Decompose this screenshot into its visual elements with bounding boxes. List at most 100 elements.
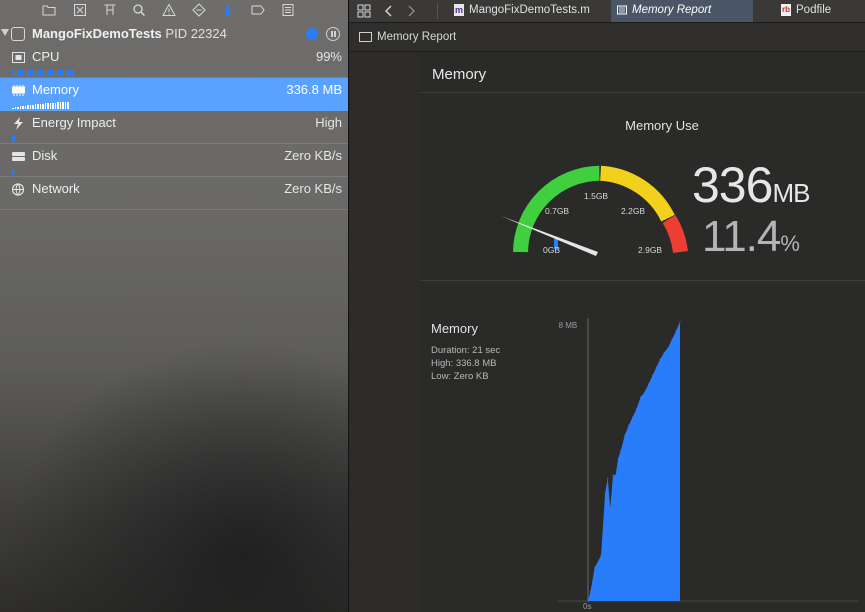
gauge-value: 336.8 MB: [286, 82, 342, 97]
memory-gauge: 0GB 0.7GB 1.5GB 2.2GB 2.9GB: [501, 165, 688, 256]
gauge-tick-label: 2.9GB: [638, 245, 662, 255]
graph-low: Low: Zero KB: [431, 371, 489, 382]
memory-data-point: [632, 416, 634, 418]
memory-data-point: [659, 358, 661, 360]
memory-data-point: [615, 474, 617, 476]
gauge-label: Disk: [32, 148, 58, 163]
gauge-value: Zero KB/s: [284, 181, 342, 196]
tab-bar: m MangoFixDemoTests.m Memory Report rb P…: [349, 0, 865, 23]
search-icon[interactable]: [132, 3, 146, 17]
gauge-row-memory[interactable]: Memory 336.8 MB: [0, 78, 348, 111]
process-row[interactable]: MangoFixDemoTests PID 22324: [0, 24, 348, 44]
disk-icon: [11, 150, 26, 163]
source-control-icon[interactable]: [73, 3, 87, 17]
tab-label: MangoFixDemoTests.m: [469, 4, 590, 16]
memory-icon: [11, 84, 26, 97]
memory-data-point: [600, 554, 602, 556]
gauge-arc-red: [662, 215, 688, 254]
memory-area-chart: 336.8 MB 0s: [558, 318, 858, 610]
tab-label: Memory Report: [632, 4, 712, 16]
editor-area: m MangoFixDemoTests.m Memory Report rb P…: [349, 0, 865, 612]
memory-percent-unit: %: [780, 231, 800, 256]
memory-data-point: [671, 338, 673, 340]
memory-data-point: [643, 391, 646, 393]
memory-data-point: [612, 474, 614, 476]
disk-sparkline: [12, 168, 15, 175]
content-gutter: [349, 52, 420, 612]
memory-data-point: [675, 330, 677, 332]
gauge-label: CPU: [32, 49, 60, 64]
gauge-value: 99%: [315, 49, 342, 64]
debug-spray-icon[interactable]: [221, 3, 235, 17]
objc-file-icon: m: [454, 4, 464, 16]
area-layer: [587, 321, 681, 602]
memory-area-series: [588, 322, 680, 601]
debug-navigator: MangoFixDemoTests PID 22324 CPU 99% Memo…: [0, 0, 348, 612]
cpu-icon: [11, 51, 26, 64]
process-name: MangoFixDemoTests PID 22324: [32, 26, 227, 41]
memory-report-icon: [359, 32, 372, 42]
network-icon: [11, 183, 26, 196]
breakpoint-icon[interactable]: [251, 3, 265, 17]
memory-report-icon: [617, 4, 627, 16]
memory-data-point: [655, 366, 657, 368]
ruby-file-icon: rb: [781, 4, 791, 16]
report-icon[interactable]: [281, 3, 295, 17]
process-pid: PID 22324: [165, 26, 227, 41]
memory-data-point: [636, 408, 638, 410]
gauge-value: High: [315, 115, 342, 130]
forward-chevron-icon[interactable]: [404, 4, 418, 18]
x-axis-start-label: 0s: [583, 602, 591, 610]
section-title: Memory: [432, 66, 487, 83]
memory-percent-readout: 11.4%: [702, 212, 800, 262]
gauge-tick-label: 1.5GB: [584, 191, 608, 201]
gauge-row-cpu[interactable]: CPU 99%: [0, 45, 348, 78]
tab-separator: [437, 3, 438, 19]
symbol-hierarchy-icon[interactable]: [103, 3, 117, 17]
gauge-tick-label: 0.7GB: [545, 206, 569, 216]
energy-sparkline: [12, 135, 16, 142]
divider: [420, 280, 865, 281]
memory-data-point: [651, 375, 653, 377]
pause-icon[interactable]: [326, 27, 340, 41]
gauge-label: Memory: [32, 82, 79, 97]
tab-podfile[interactable]: rb Podfile: [781, 0, 861, 22]
memory-used-readout: 336MB: [692, 156, 810, 214]
memory-percent-value: 11.4: [702, 212, 781, 261]
jump-bar-label[interactable]: Memory Report: [377, 31, 456, 43]
y-axis-max-label: 336.8 MB: [558, 321, 577, 330]
jump-bar[interactable]: Memory Report: [349, 23, 865, 52]
memory-data-point: [667, 346, 669, 349]
memory-report-content: Memory Memory Use 0GB 0.7GB 1.5GB 2.2GB …: [420, 52, 865, 612]
memory-used-value: 336: [692, 157, 773, 213]
divider: [420, 92, 865, 93]
process-icon: [11, 27, 25, 41]
memory-data-point: [628, 424, 630, 426]
graph-high: High: 336.8 MB: [431, 358, 497, 369]
gauge-tick-label: 0GB: [543, 245, 560, 255]
gauge-row-energy[interactable]: Energy Impact High: [0, 111, 348, 144]
back-chevron-icon[interactable]: [382, 4, 396, 18]
memory-data-point: [617, 457, 619, 460]
energy-icon: [11, 117, 26, 130]
gauge-row-network[interactable]: Network Zero KB/s: [0, 177, 348, 210]
gauge-label: Network: [32, 181, 80, 196]
tab-memory-report[interactable]: Memory Report: [611, 0, 753, 22]
issue-warning-icon[interactable]: [162, 3, 176, 17]
test-diamond-icon[interactable]: [192, 3, 206, 17]
memory-data-point: [647, 383, 650, 385]
memory-data-point: [620, 449, 622, 451]
memory-data-point: [624, 434, 626, 436]
tab-mangofix-tests-m[interactable]: m MangoFixDemoTests.m: [454, 0, 604, 22]
gauge-value: Zero KB/s: [284, 148, 342, 163]
gauge-row-disk[interactable]: Disk Zero KB/s: [0, 144, 348, 177]
disclosure-triangle-icon[interactable]: [1, 29, 9, 36]
graph-duration: Duration: 21 sec: [431, 345, 501, 356]
running-indicator-icon: [306, 28, 318, 40]
memory-data-point: [609, 507, 611, 509]
memory-sparkline: [12, 102, 70, 109]
folder-icon[interactable]: [42, 3, 56, 17]
navigator-toolbar: [0, 0, 348, 20]
gauge-tick-label: 2.2GB: [621, 206, 645, 216]
related-items-grid-icon[interactable]: [357, 4, 371, 18]
